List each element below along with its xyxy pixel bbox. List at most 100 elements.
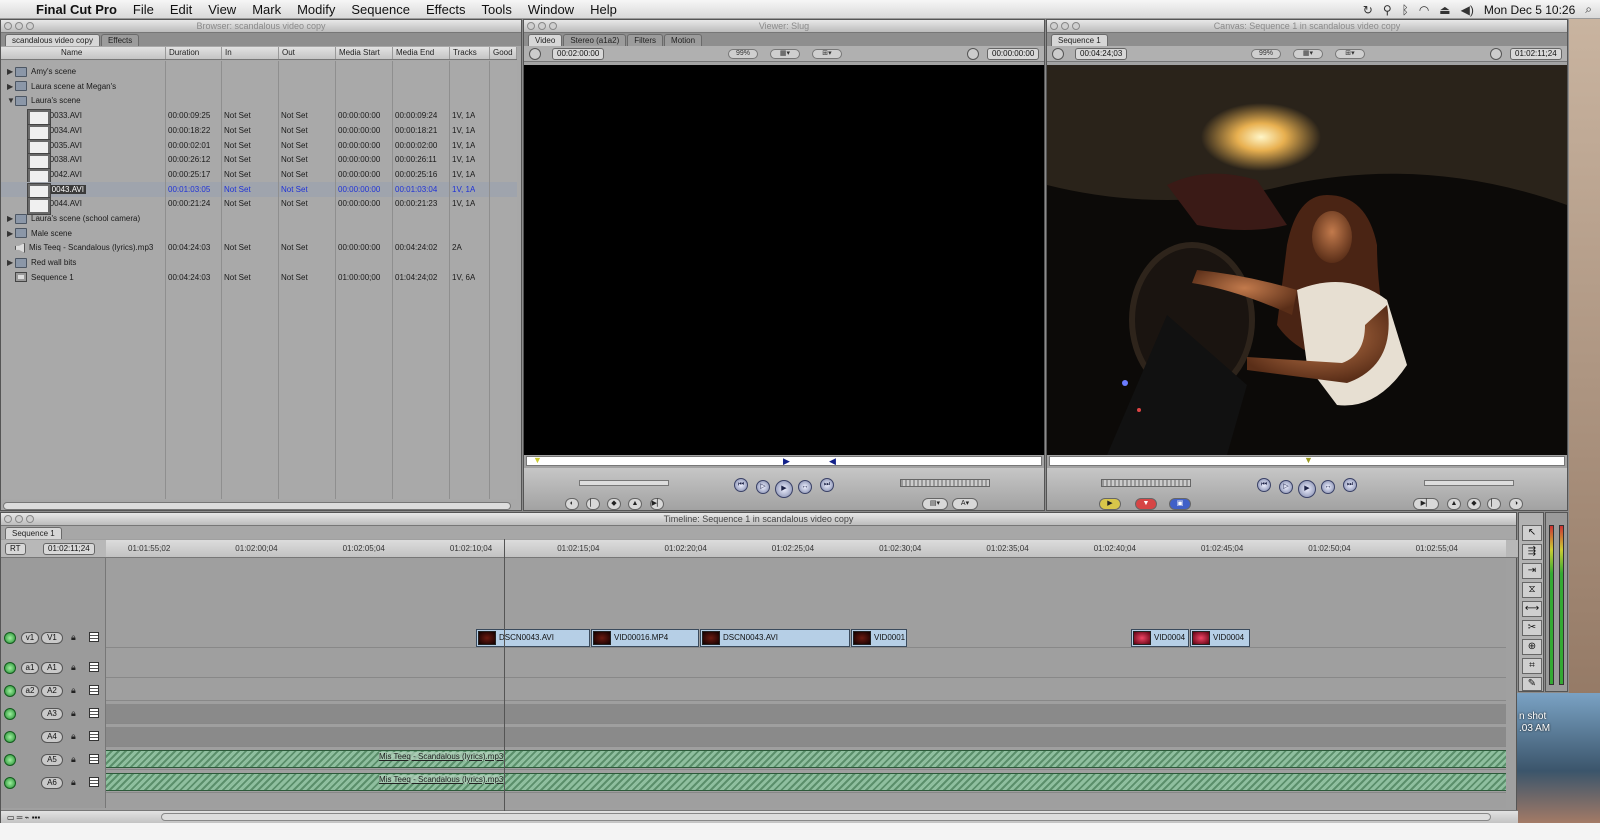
tab-filters[interactable]: Filters (627, 34, 664, 46)
crop-tool-icon[interactable]: ⌗ (1522, 658, 1542, 674)
mark-clip-icon[interactable]: ▲ (628, 498, 642, 510)
canvas-scrubber[interactable]: ▼ (1049, 455, 1565, 466)
track-visibility-icon[interactable] (4, 777, 16, 789)
lock-icon[interactable]: 🔒︎ (71, 662, 76, 673)
mark-out-icon[interactable]: ▏ (1487, 498, 1501, 510)
col-tracks[interactable]: Tracks (450, 47, 490, 59)
match-frame-icon[interactable]: ◐ (565, 498, 579, 510)
auto-select-icon[interactable] (89, 685, 99, 695)
desktop-screenshot-file[interactable]: n shot .03 AM (1517, 693, 1600, 823)
lock-icon[interactable]: 🔒︎ (71, 754, 76, 765)
timeline-lane-a6[interactable]: Mis Teeq - Scandalous (lyrics).mp3 (106, 773, 1506, 793)
col-out[interactable]: Out (279, 47, 336, 59)
play-icon[interactable]: ▶ (775, 480, 793, 498)
col-name[interactable]: Name (1, 47, 166, 59)
menu-effects[interactable]: Effects (418, 2, 474, 17)
browser-row[interactable]: DSCN0043.AVI 00:01:03:05 Not Set Not Set 00:… (1, 181, 517, 201)
browser-row[interactable]: Sequence 1 00:04:24:03 Not Set Not Set 01:00… (1, 270, 517, 285)
viewer-view-popup[interactable]: ▦▾ (770, 49, 800, 59)
tab-motion[interactable]: Motion (664, 34, 703, 46)
timecode-dial-icon[interactable] (1490, 48, 1502, 60)
recent-clips-icon[interactable]: ▤▾ (922, 498, 948, 510)
auto-select-icon[interactable] (89, 754, 99, 764)
close-icon[interactable] (4, 515, 12, 523)
menu-view[interactable]: View (200, 2, 244, 17)
volume-icon[interactable]: ◀) (1461, 3, 1474, 17)
browser-row[interactable]: DSCN0042.AVI 00:00:25:17 Not Set Not Set 00:… (1, 167, 517, 186)
video-clip[interactable]: DSCN0043.AVI (700, 629, 850, 647)
audio-clip[interactable]: Mis Teeq - Scandalous (lyrics).mp3 (106, 750, 1506, 768)
auto-select-icon[interactable] (89, 662, 99, 672)
razor-tool-icon[interactable]: ✂ (1522, 620, 1542, 636)
zoom-icon[interactable] (26, 22, 34, 30)
col-in[interactable]: In (222, 47, 279, 59)
overwrite-edit-icon[interactable]: ▼ (1135, 498, 1157, 510)
play-in-out-icon[interactable]: ▷ (1279, 480, 1293, 494)
add-marker-icon[interactable]: ▶▏ (650, 498, 664, 510)
browser-row[interactable]: ▶ Amy's scene (1, 64, 517, 79)
auto-select-icon[interactable] (89, 777, 99, 787)
timeline-zoom-scrollbar[interactable] (161, 813, 1491, 821)
canvas-view-popup[interactable]: ▦▾ (1293, 49, 1323, 59)
playhead-icon[interactable]: ▼ (1304, 455, 1313, 465)
tab-project[interactable]: scandalous video copy (5, 34, 100, 46)
disclosure-triangle-icon[interactable]: ▶ (7, 82, 15, 91)
pen-tool-icon[interactable]: ✎ (1522, 677, 1542, 691)
mark-clip-icon[interactable]: ▲ (1447, 498, 1461, 510)
browser-row[interactable]: ▶ Laura's scene (school camera) (1, 211, 517, 226)
mark-in-out-icon[interactable]: ▶▏ (1413, 498, 1439, 510)
minimize-icon[interactable] (15, 515, 23, 523)
canvas-jog-slider[interactable] (1424, 480, 1514, 486)
viewer-shuttle[interactable] (900, 479, 990, 487)
mark-in-icon[interactable]: ▏ (586, 498, 600, 510)
browser-row[interactable]: DSCN0038.AVI 00:00:26:12 Not Set Not Set 00:… (1, 152, 517, 172)
prev-edit-icon[interactable]: ⏮ (734, 478, 748, 492)
canvas-zoom-popup[interactable]: 99% (1251, 49, 1281, 59)
jog-dial-icon[interactable] (529, 48, 541, 60)
close-icon[interactable] (1050, 22, 1058, 30)
destination-track-control[interactable]: A4 (41, 731, 63, 743)
play-icon[interactable]: ▶ (1298, 480, 1316, 498)
lock-icon[interactable]: 🔒︎ (71, 777, 76, 788)
timeline-lane-v1[interactable]: DSCN0043.AVI VID00016.MP4 DSCN0043.AVI VID0… (106, 628, 1506, 648)
browser-row[interactable]: DSCN0035.AVI 00:00:02:01 Not Set Not Set 00:… (1, 138, 517, 157)
destination-track-control[interactable]: A3 (41, 708, 63, 720)
destination-track-control[interactable]: A2 (41, 685, 63, 697)
video-clip[interactable]: VID0004 (1131, 629, 1189, 647)
disclosure-triangle-icon[interactable]: ▼ (7, 96, 15, 105)
replace-edit-icon[interactable]: ▣ (1169, 498, 1191, 510)
tab-video[interactable]: Video (528, 34, 563, 46)
destination-track-control[interactable]: A6 (41, 777, 63, 789)
viewer-duration[interactable]: 00:02:00:00 (552, 48, 605, 60)
match-frame-icon[interactable]: ◑ (1509, 498, 1523, 510)
video-clip[interactable]: VID00016.MP4 (591, 629, 699, 647)
wifi-icon[interactable]: ◠ (1419, 3, 1429, 17)
source-track-control[interactable]: a2 (21, 685, 39, 697)
timeline-playhead[interactable] (504, 539, 505, 811)
timeline-lane-a1[interactable] (106, 658, 1506, 678)
menu-clock[interactable]: Mon Dec 5 10:26 (1484, 3, 1575, 17)
col-media-start[interactable]: Media Start (336, 47, 393, 59)
insert-edit-icon[interactable]: ▶ (1099, 498, 1121, 510)
audio-clip[interactable]: Mis Teeq - Scandalous (lyrics).mp3 (106, 773, 1506, 791)
lock-icon[interactable]: 🔒︎ (71, 685, 76, 696)
track-visibility-icon[interactable] (4, 685, 16, 697)
destination-track-control[interactable]: A5 (41, 754, 63, 766)
rt-popup[interactable]: RT (5, 543, 26, 555)
track-height-icon[interactable]: ▭ ═ ⌁ ▪▪▪ (7, 813, 40, 822)
source-track-control[interactable]: v1 (21, 632, 39, 644)
lock-icon[interactable]: 🔒︎ (71, 632, 76, 643)
timeline-lane-a3[interactable] (106, 704, 1506, 724)
lock-icon[interactable]: 🔒︎ (71, 708, 76, 719)
timeline-lane-a2[interactable] (106, 681, 1506, 701)
play-around-icon[interactable]: ↔ (798, 480, 812, 494)
playhead-icon[interactable]: ▼ (533, 455, 542, 465)
zoom-tool-icon[interactable]: ⊕ (1522, 639, 1542, 655)
menu-modify[interactable]: Modify (289, 2, 343, 17)
viewer-jog-slider[interactable] (579, 480, 669, 486)
track-select-tool-icon[interactable]: ⇥ (1522, 563, 1542, 579)
close-icon[interactable] (527, 22, 535, 30)
disclosure-triangle-icon[interactable]: ▶ (7, 258, 15, 267)
menu-file[interactable]: File (125, 2, 162, 17)
browser-row[interactable]: Mis Teeq - Scandalous (lyrics).mp3 00:04:… (1, 240, 517, 255)
